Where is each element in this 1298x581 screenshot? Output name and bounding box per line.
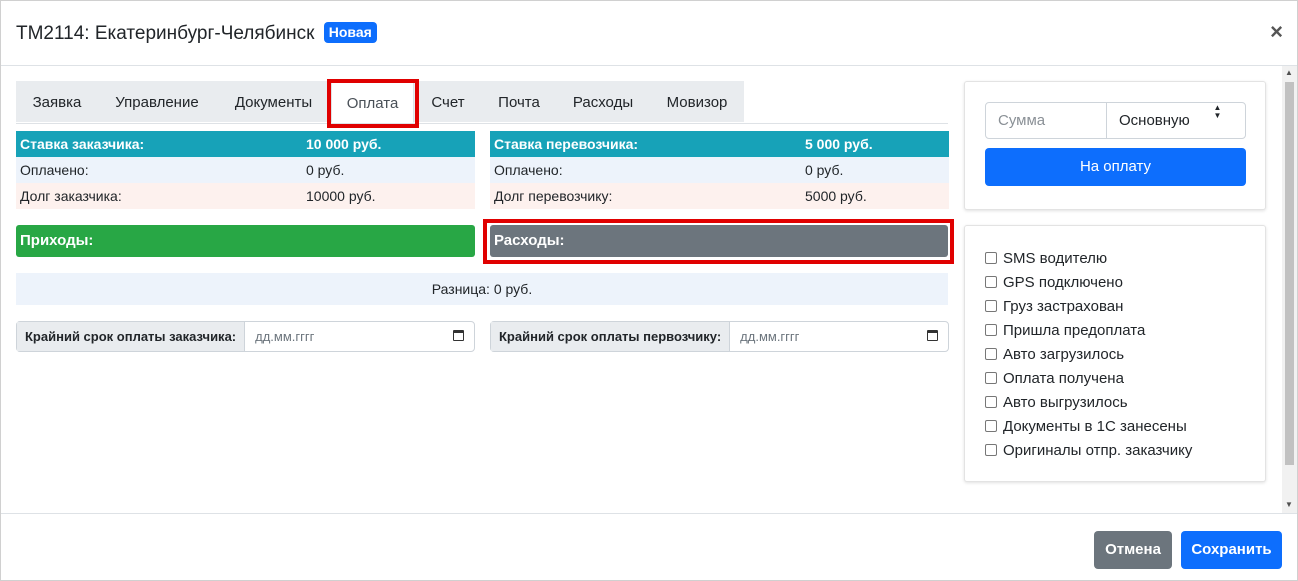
customer-debt-row: Долг заказчика: 10000 руб. [16,183,475,209]
modal-footer: Отмена Сохранить [1,513,1297,581]
tab-invoice[interactable]: Счет [414,81,482,122]
carrier-table: Ставка перевозчика: 5 000 руб. Оплачено:… [490,131,949,209]
customer-table: Ставка заказчика: 10 000 руб. Оплачено: … [16,131,475,209]
scroll-down-icon[interactable]: ▼ [1285,500,1293,509]
checkbox-sms-driver[interactable]: SMS водителю [985,249,1107,269]
scrollbar[interactable]: ▲ ▼ [1282,66,1297,513]
checkbox-docs-1c[interactable]: Документы в 1С занесены [985,417,1187,437]
carrier-deadline-label: Крайний срок оплаты первозчику: [491,322,731,351]
carrier-rate-label: Ставка перевозчика: [494,136,639,152]
customer-paid-row: Оплачено: 0 руб. [16,157,475,183]
carrier-paid-label: Оплачено: [494,162,563,178]
checkbox-label: Груз застрахован [1003,298,1124,315]
scroll-up-icon[interactable]: ▲ [1285,68,1293,77]
order-modal: ТМ2114: Екатеринбург-Челябинск Новая × З… [0,0,1298,581]
checkbox-payment-received[interactable]: Оплата получена [985,369,1124,389]
carrier-rate-value: 5 000 руб. [805,136,873,152]
customer-rate-row: Ставка заказчика: 10 000 руб. [16,131,475,157]
checkbox-prepayment[interactable]: Пришла предоплата [985,321,1145,341]
customer-debt-value: 10000 руб. [306,188,376,204]
calendar-icon[interactable] [927,330,938,341]
checkbox-icon[interactable] [985,348,997,360]
checkbox-icon[interactable] [985,324,997,336]
checkbox-icon[interactable] [985,300,997,312]
checkbox-icon[interactable] [985,444,997,456]
carrier-deadline-input[interactable]: дд.мм.гггг [730,322,948,351]
checkbox-icon[interactable] [985,276,997,288]
select-arrows-icon: ▲▼ [1213,103,1222,119]
modal-title: ТМ2114: Екатеринбург-Челябинск Новая [16,22,377,45]
carrier-paid-value: 0 руб. [805,162,844,178]
carrier-debt-value: 5000 руб. [805,188,867,204]
tab-bar: Заявка Управление Документы Оплата Счет … [16,81,948,124]
order-title: ТМ2114: Екатеринбург-Челябинск [16,23,315,44]
close-icon[interactable]: × [1270,19,1283,45]
checkbox-label: Пришла предоплата [1003,322,1146,339]
carrier-debt-row: Долг перевозчику: 5000 руб. [490,183,949,209]
payment-type-select[interactable]: Основную ▲▼ [1106,102,1246,139]
checkbox-gps[interactable]: GPS подключено [985,273,1123,293]
amount-input[interactable]: Сумма [985,102,1107,139]
customer-rate-label: Ставка заказчика: [20,136,145,152]
checkbox-icon[interactable] [985,252,997,264]
carrier-deadline-group: Крайний срок оплаты первозчику: дд.мм.гг… [490,321,949,352]
checkbox-label: Документы в 1С занесены [1003,418,1187,435]
customer-deadline-group: Крайний срок оплаты заказчика: дд.мм.ггг… [16,321,475,352]
payment-type-value: Основную [1119,112,1190,129]
checkbox-label: Авто загрузилось [1003,346,1125,363]
customer-deadline-label: Крайний срок оплаты заказчика: [17,322,246,351]
customer-debt-label: Долг заказчика: [20,188,122,204]
checkbox-icon[interactable] [985,420,997,432]
carrier-deadline-placeholder: дд.мм.гггг [740,329,800,344]
tab-documents[interactable]: Документы [216,81,331,122]
income-bar: Приходы: [16,225,475,257]
checkbox-label: SMS водителю [1003,250,1108,267]
highlight-box-expense-bar [483,219,954,264]
checkbox-label: Оригиналы отпр. заказчику [1003,442,1193,459]
carrier-debt-label: Долг перевозчику: [494,188,613,204]
calendar-icon[interactable] [453,330,464,341]
checkbox-label: Авто выгрузилось [1003,394,1128,411]
checkbox-icon[interactable] [985,396,997,408]
checklist-panel: SMS водителю GPS подключено Груз застрах… [964,225,1266,482]
tab-management[interactable]: Управление [98,81,216,122]
checkbox-label: GPS подключено [1003,274,1123,291]
tab-request[interactable]: Заявка [16,81,98,122]
status-badge: Новая [323,22,377,43]
scrollbar-thumb[interactable] [1285,82,1294,465]
customer-deadline-input[interactable]: дд.мм.гггг [245,322,474,351]
cancel-button[interactable]: Отмена [1094,531,1172,569]
save-button[interactable]: Сохранить [1181,531,1282,569]
tab-expenses[interactable]: Расходы [556,81,650,122]
send-to-payment-button[interactable]: На оплату [985,148,1246,186]
highlight-box-payment-tab [327,79,419,128]
carrier-rate-row: Ставка перевозчика: 5 000 руб. [490,131,949,157]
checkbox-insured[interactable]: Груз застрахован [985,297,1123,317]
checkbox-loaded[interactable]: Авто загрузилось [985,345,1124,365]
customer-deadline-placeholder: дд.мм.гггг [255,329,315,344]
checkbox-label: Оплата получена [1003,370,1124,387]
checkbox-originals-sent[interactable]: Оригиналы отпр. заказчику [985,441,1192,461]
modal-header: ТМ2114: Екатеринбург-Челябинск Новая × [1,1,1297,66]
customer-paid-value: 0 руб. [306,162,345,178]
carrier-paid-row: Оплачено: 0 руб. [490,157,949,183]
checkbox-unloaded[interactable]: Авто выгрузилось [985,393,1128,413]
customer-paid-label: Оплачено: [20,162,89,178]
tab-movizor[interactable]: Мовизор [650,81,744,122]
checkbox-icon[interactable] [985,372,997,384]
payment-panel: Сумма Основную ▲▼ На оплату [964,81,1266,210]
difference-text: Разница: 0 руб. [16,273,948,305]
customer-rate-value: 10 000 руб. [306,136,382,152]
tab-mail[interactable]: Почта [482,81,556,122]
